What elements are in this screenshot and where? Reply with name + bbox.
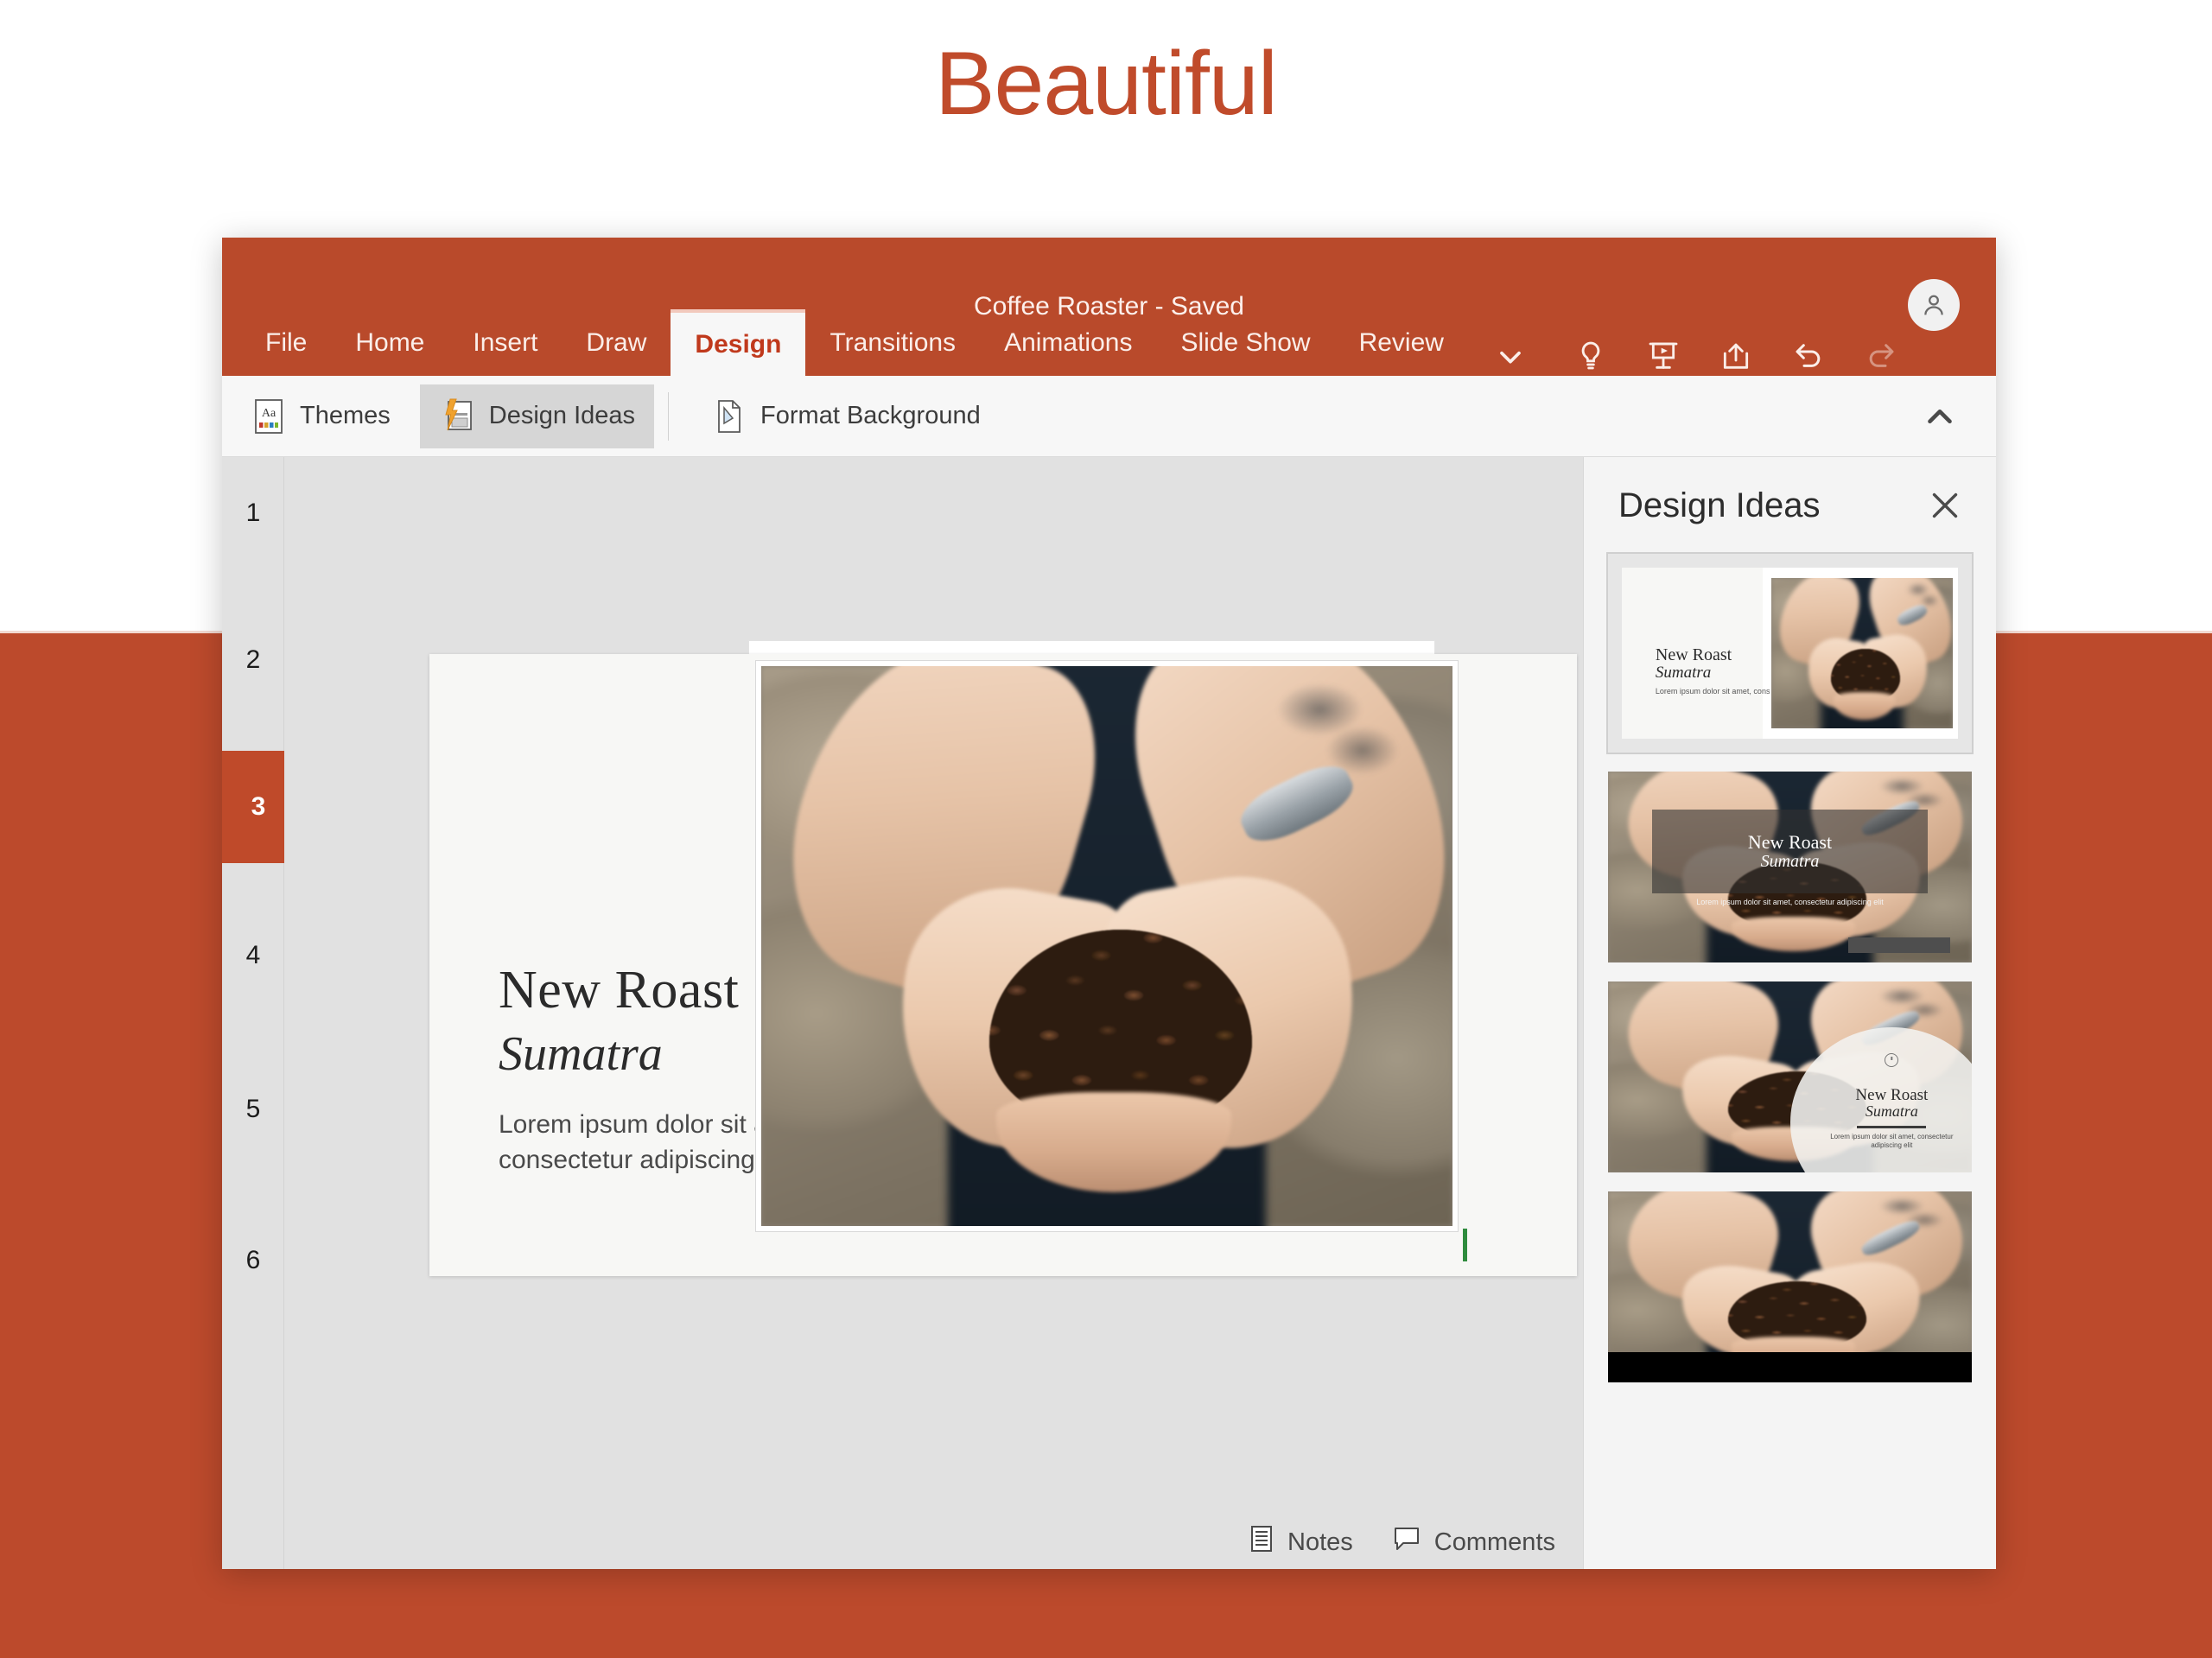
smart-guide-marker	[1463, 1229, 1467, 1261]
themes-label: Themes	[300, 402, 391, 429]
idea-2-subtitle: Sumatra	[1760, 852, 1820, 872]
notes-icon	[1248, 1524, 1275, 1560]
clock-icon	[1885, 1052, 1899, 1067]
tab-slide-show[interactable]: Slide Show	[1156, 309, 1334, 376]
design-idea-thumbnail	[1608, 1191, 1972, 1382]
page-title: Beautiful	[935, 34, 1278, 134]
notes-button[interactable]: Notes	[1248, 1524, 1353, 1560]
slide-number: 4	[245, 941, 261, 969]
design-ideas-label: Design Ideas	[488, 402, 636, 429]
tab-label: Slide Show	[1180, 327, 1311, 357]
tab-draw[interactable]: Draw	[562, 309, 671, 376]
slide-number: 2	[245, 645, 261, 674]
notes-label: Notes	[1287, 1528, 1353, 1556]
idea-4-accent-band	[1608, 1351, 1972, 1382]
slide-number: 1	[245, 499, 261, 527]
tab-label: Animations	[1004, 327, 1133, 357]
design-idea-3[interactable]: New Roast Sumatra Lorem ipsum dolor sit …	[1608, 981, 1972, 1172]
slide-thumbnail-rail[interactable]: 1 2 3 4 5 6	[222, 457, 297, 1569]
lightbulb-icon[interactable]	[1571, 336, 1611, 376]
undo-icon[interactable]	[1789, 336, 1828, 376]
themes-icon: Aa	[251, 397, 286, 435]
tab-label: Insert	[473, 327, 538, 357]
design-ideas-title: Design Ideas	[1618, 486, 1821, 524]
design-idea-thumbnail: New Roast Sumatra Lorem ipsum dolor sit …	[1608, 981, 1972, 1172]
idea-2-accent-bar	[1847, 937, 1950, 953]
slide-rail-item-4[interactable]: 4	[222, 899, 284, 1012]
workspace: 1 2 3 4 5 6 New Roast Sumatra Lorem ipsu…	[222, 457, 1996, 1569]
idea-3-divider	[1857, 1125, 1927, 1128]
tab-home[interactable]: Home	[331, 309, 448, 376]
design-ideas-icon	[439, 397, 475, 435]
ribbon-separator	[668, 391, 670, 441]
tab-design[interactable]: Design	[671, 309, 806, 376]
format-background-icon	[712, 397, 747, 435]
tab-insert[interactable]: Insert	[448, 309, 562, 376]
slide-number: 5	[245, 1095, 261, 1123]
design-idea-thumbnail: New Roast Sumatra Lorem ipsum dolor sit …	[1608, 772, 1972, 962]
ribbon-tabs: File Home Insert Draw Design Transitions…	[222, 309, 1996, 376]
comments-label: Comments	[1433, 1528, 1555, 1556]
design-idea-1[interactable]: New Roast Sumatra Lorem ipsum dolor sit …	[1606, 552, 1974, 754]
tab-animations[interactable]: Animations	[980, 309, 1156, 376]
idea-3-subtitle: Sumatra	[1865, 1102, 1918, 1121]
format-background-label: Format Background	[760, 402, 981, 429]
slide-canvas[interactable]: New Roast Sumatra Lorem ipsum dolor sit …	[284, 457, 1583, 1569]
idea-2-title: New Roast	[1747, 831, 1833, 854]
tab-label: File	[265, 327, 308, 357]
slide-rail-item-2[interactable]: 2	[222, 604, 284, 716]
hands-holding-coffee-beans-photo	[761, 666, 1452, 1226]
tab-label: Draw	[586, 327, 647, 357]
slide-rail-item-5[interactable]: 5	[222, 1053, 284, 1166]
design-ideas-pane: Design Ideas New Roast Sumatra Lorem ips…	[1583, 457, 1996, 1569]
tab-file[interactable]: File	[241, 309, 331, 376]
tab-label: Review	[1358, 327, 1444, 357]
idea-2-body: Lorem ipsum dolor sit amet, consectetur …	[1696, 897, 1884, 906]
tab-label: Design	[695, 329, 782, 359]
svg-text:Aa: Aa	[262, 407, 276, 420]
themes-button[interactable]: Aa Themes	[232, 384, 410, 448]
comment-bubble-icon	[1391, 1524, 1422, 1560]
design-ideas-button[interactable]: Design Ideas	[419, 384, 655, 448]
powerpoint-window: Coffee Roaster - Saved File Home Insert …	[222, 238, 1996, 1569]
format-background-button[interactable]: Format Background	[693, 384, 1000, 448]
redo-icon[interactable]	[1861, 336, 1901, 376]
chevron-up-icon[interactable]	[1920, 397, 1960, 436]
design-ideas-header: Design Ideas	[1584, 457, 1996, 554]
close-icon[interactable]	[1925, 486, 1965, 525]
tab-label: Transitions	[830, 327, 957, 357]
slide-rail-item-1[interactable]: 1	[222, 457, 284, 569]
status-bar: Notes Comments	[284, 1515, 1583, 1569]
hands-holding-coffee-beans-photo	[1771, 577, 1954, 729]
slide-number: 6	[245, 1246, 261, 1274]
slide-image-frame[interactable]	[756, 661, 1458, 1231]
comments-button[interactable]: Comments	[1391, 1524, 1555, 1560]
idea-3-title: New Roast	[1855, 1086, 1929, 1105]
tab-review[interactable]: Review	[1335, 309, 1468, 376]
ribbon-toolbar: Aa Themes Design Ideas Format Background	[222, 376, 1996, 457]
slide-rail-item-6[interactable]: 6	[222, 1204, 284, 1317]
slide-number: 3	[251, 792, 266, 821]
share-icon[interactable]	[1716, 336, 1756, 376]
idea-3-body: Lorem ipsum dolor sit amet, consectetur …	[1830, 1132, 1954, 1150]
chevron-down-icon[interactable]	[1491, 336, 1530, 376]
design-idea-2[interactable]: New Roast Sumatra Lorem ipsum dolor sit …	[1608, 772, 1972, 962]
tab-label: Home	[355, 327, 425, 357]
design-idea-4[interactable]	[1608, 1191, 1972, 1382]
design-idea-thumbnail: New Roast Sumatra Lorem ipsum dolor sit …	[1622, 568, 1958, 739]
tab-transitions[interactable]: Transitions	[805, 309, 980, 376]
design-ideas-list[interactable]: New Roast Sumatra Lorem ipsum dolor sit …	[1584, 552, 1996, 1569]
title-bar: Coffee Roaster - Saved File Home Insert …	[222, 238, 1996, 376]
present-icon[interactable]	[1643, 336, 1683, 376]
